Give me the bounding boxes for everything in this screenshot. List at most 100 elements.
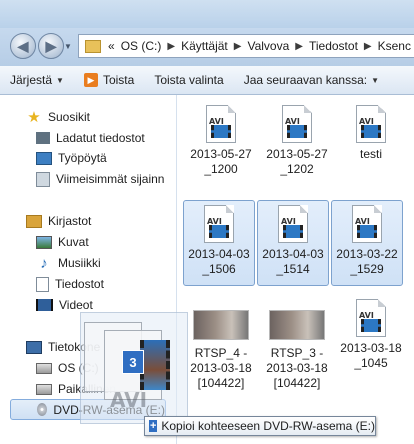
play-icon: ▶	[83, 73, 98, 87]
file-name-line: 2013-03-18	[266, 361, 328, 375]
chevron-right-icon[interactable]: ▶	[292, 41, 306, 52]
chevron-right-icon[interactable]: ▶	[361, 41, 375, 52]
nav-videos-label: Videot	[59, 298, 93, 312]
nav-downloads[interactable]: Ladatut tiedostot	[36, 128, 145, 148]
drag-avi-label: AVI	[110, 388, 148, 412]
play-button[interactable]: ▶ Toista	[74, 73, 144, 87]
file-item[interactable]: AVI testi	[335, 101, 407, 162]
breadcrumb-os-drive[interactable]: OS (C:)	[118, 39, 165, 53]
nav-desktop-label: Työpöytä	[58, 151, 107, 165]
avi-file-icon: AVI	[356, 299, 386, 337]
breadcrumb-current[interactable]: Ksenc	[375, 39, 414, 53]
file-name-line: RTSP_3 -	[270, 346, 324, 360]
file-name-line: _1202	[280, 162, 314, 176]
organize-label: Järjestä	[10, 73, 53, 87]
play-all-label: Toista valinta	[154, 73, 224, 87]
file-name-line: 2013-03-22	[336, 247, 398, 261]
optical-disc-icon	[37, 403, 48, 416]
plus-icon: +	[149, 420, 158, 432]
nav-recent-label: Viimeisimmät sijainn	[56, 172, 165, 186]
nav-pictures[interactable]: Kuvat	[36, 232, 89, 252]
command-bar: Järjestä ▼ ▶ Toista Toista valinta Jaa s…	[0, 66, 414, 95]
file-name-line: 2013-05-27	[190, 147, 252, 161]
video-thumbnail	[193, 310, 249, 340]
share-with-menu-button[interactable]: Jaa seuraavan kanssa: ▼	[234, 73, 389, 87]
drag-copy-tooltip: + Kopioi kohteeseen DVD-RW-asema (E:)	[144, 416, 376, 436]
avi-file-icon: AVI	[206, 105, 236, 143]
nav-documents[interactable]: Tiedostot	[36, 274, 104, 294]
hard-drive-icon	[36, 383, 52, 395]
nav-recent-places[interactable]: Viimeisimmät sijainn	[36, 169, 164, 189]
videos-icon	[36, 299, 53, 311]
breadcrumb-documents[interactable]: Tiedostot	[306, 39, 361, 53]
avi-file-icon: AVI	[278, 205, 308, 243]
breadcrumb-user[interactable]: Valvova	[244, 39, 292, 53]
navigation-bar: ◀ ▶ ▼ « OS (C:) ▶ Käyttäjät ▶ Valvova ▶ …	[0, 28, 414, 66]
chevron-right-icon[interactable]: ▶	[164, 41, 178, 52]
folder-icon	[85, 39, 101, 53]
back-button[interactable]: ◀	[10, 33, 36, 59]
nav-music[interactable]: ♪ Musiikki	[36, 253, 101, 273]
file-name-line: _1506	[202, 262, 236, 276]
chevron-down-icon: ▼	[371, 75, 380, 85]
file-item-selected[interactable]: AVI 2013-04-03 _1506	[183, 200, 255, 286]
avi-file-icon: AVI	[204, 205, 234, 243]
window-titlebar	[0, 0, 414, 28]
avi-file-icon: AVI	[352, 205, 382, 243]
address-bar[interactable]: « OS (C:) ▶ Käyttäjät ▶ Valvova ▶ Tiedos…	[78, 34, 414, 58]
file-item[interactable]: AVI 2013-05-27 _1200	[185, 101, 257, 177]
file-name-line: RTSP_4 -	[194, 346, 248, 360]
file-name-line: 2013-04-03	[262, 247, 324, 261]
file-name-line: _1514	[276, 262, 310, 276]
downloads-folder-icon	[36, 132, 50, 144]
recent-pages-dropdown-icon[interactable]: ▼	[64, 42, 72, 51]
avi-file-icon: AVI	[356, 105, 386, 143]
play-all-button[interactable]: Toista valinta	[144, 73, 233, 87]
organize-menu-button[interactable]: Järjestä ▼	[0, 73, 74, 87]
nav-desktop[interactable]: Työpöytä	[36, 148, 107, 168]
recent-places-icon	[36, 171, 50, 187]
file-item[interactable]: AVI 2013-05-27 _1202	[261, 101, 333, 177]
avi-file-icon: AVI	[282, 105, 312, 143]
file-name-line: [104422]	[273, 376, 321, 390]
file-name-line: testi	[359, 147, 382, 161]
libraries-icon	[26, 214, 42, 228]
music-note-icon: ♪	[40, 254, 48, 272]
breadcrumb-overflow[interactable]: «	[105, 39, 118, 53]
file-item[interactable]: AVI 2013-03-18 _1045	[335, 295, 407, 371]
nav-favorites-label: Suosikit	[48, 110, 91, 124]
chevron-right-icon[interactable]: ▶	[231, 41, 245, 52]
file-list: AVI 2013-05-27 _1200 AVI 2013-05-27 _120…	[177, 95, 414, 444]
nav-music-label: Musiikki	[58, 256, 101, 270]
drag-video-icon	[140, 340, 170, 390]
file-name-line: _1529	[350, 262, 384, 276]
file-item[interactable]: RTSP_3 - 2013-03-18 [104422]	[261, 300, 333, 391]
play-label: Toista	[102, 73, 135, 87]
nav-downloads-label: Ladatut tiedostot	[56, 131, 145, 145]
drag-count-badge: 3	[122, 350, 144, 374]
nav-libraries[interactable]: Kirjastot	[26, 211, 91, 231]
file-item-selected[interactable]: AVI 2013-03-22 _1529	[331, 200, 403, 286]
forward-button[interactable]: ▶	[38, 33, 64, 59]
file-name-line: _1045	[354, 356, 388, 370]
back-arrow-icon: ◀	[17, 37, 29, 54]
pictures-icon	[36, 235, 52, 249]
file-name-line: [104422]	[197, 376, 245, 390]
star-icon: ★	[27, 109, 41, 126]
breadcrumb-users[interactable]: Käyttäjät	[178, 39, 231, 53]
documents-icon	[36, 276, 49, 292]
file-item[interactable]: RTSP_4 - 2013-03-18 [104422]	[185, 300, 257, 391]
file-item-selected[interactable]: AVI 2013-04-03 _1514	[257, 200, 329, 286]
file-name-line: 2013-05-27	[266, 147, 328, 161]
forward-arrow-icon: ▶	[45, 37, 57, 54]
share-label: Jaa seuraavan kanssa:	[243, 73, 368, 87]
chevron-down-icon: ▼	[56, 75, 64, 85]
file-name-line: 2013-03-18	[340, 341, 402, 355]
video-thumbnail	[269, 310, 325, 340]
file-name-line: 2013-04-03	[188, 247, 250, 261]
hard-drive-icon	[36, 362, 52, 374]
nav-favorites[interactable]: ★ Suosikit	[26, 107, 90, 127]
file-name-line: _1200	[204, 162, 238, 176]
nav-libraries-label: Kirjastot	[48, 214, 92, 228]
desktop-icon	[36, 151, 52, 165]
